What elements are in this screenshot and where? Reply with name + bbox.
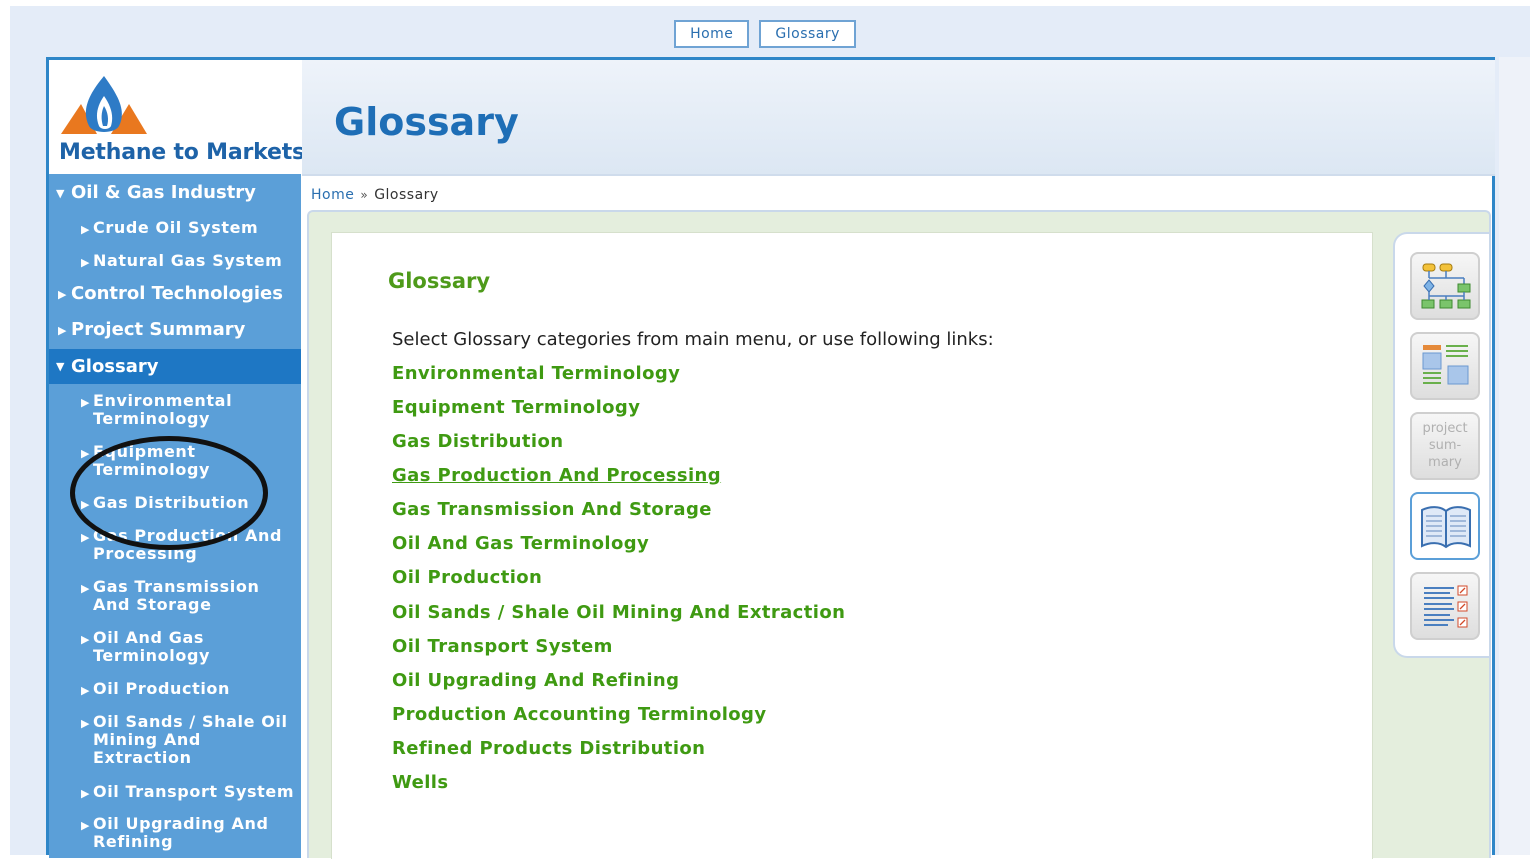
content-card: Glossary Select Glossary categories from…	[331, 232, 1373, 859]
breadcrumb-current: Glossary	[374, 187, 439, 203]
sidebar-item-environmental-terminology[interactable]: ▶ Environmental Terminology	[49, 392, 301, 428]
sidebar-item-oil-gas-industry[interactable]: ▼ Oil & Gas Industry	[49, 180, 301, 210]
glossary-link-refined-products[interactable]: Refined Products Distribution	[392, 738, 705, 759]
project-summary-button[interactable]: project sum- mary	[1410, 412, 1480, 480]
glossary-link-oil-transport[interactable]: Oil Transport System	[392, 636, 613, 657]
top-nav-home-button[interactable]: Home	[674, 20, 750, 48]
sidebar-item-label: Glossary	[71, 356, 159, 377]
right-tool-rail: project sum- mary	[1393, 232, 1489, 658]
list-links-icon	[1424, 585, 1468, 628]
caret-down-icon: ▼	[56, 360, 65, 373]
glossary-link-oil-gas-terminology[interactable]: Oil And Gas Terminology	[392, 533, 649, 554]
glossary-link-production-accounting[interactable]: Production Accounting Terminology	[392, 704, 766, 725]
caret-right-icon: ▶	[81, 256, 91, 269]
top-nav: Home Glossary	[0, 20, 1530, 48]
glossary-link-equipment[interactable]: Equipment Terminology	[392, 397, 640, 418]
sidebar-item-label: Gas Transmission And Storage	[93, 577, 260, 614]
sidebar-item-glossary[interactable]: ▼ Glossary	[49, 349, 301, 384]
sidebar-item-crude-oil-system[interactable]: ▶ Crude Oil System	[49, 219, 301, 237]
sidebar-item-label: Oil & Gas Industry	[71, 182, 256, 203]
sidebar-item-label: Oil Sands / Shale Oil Mining And Extract…	[93, 712, 288, 767]
caret-right-icon: ▶	[58, 324, 67, 337]
content-heading: Glossary	[388, 269, 491, 293]
sidebar-item-label: Project Summary	[71, 319, 246, 340]
sidebar-item-label: Oil Production	[93, 679, 230, 698]
sidebar-item-label: Oil Upgrading And Refining	[93, 814, 269, 851]
sidebar-item-label: Environmental Terminology	[93, 391, 233, 428]
sidebar-item-label: Oil And Gas Terminology	[93, 628, 211, 665]
glossary-link-oil-production[interactable]: Oil Production	[392, 567, 542, 588]
glossary-link-oil-upgrading[interactable]: Oil Upgrading And Refining	[392, 670, 679, 691]
glossary-link-wells[interactable]: Wells	[392, 772, 448, 793]
sidebar-item-label: Oil Transport System	[93, 782, 295, 801]
sidebar-item-oil-production[interactable]: ▶ Oil Production	[49, 680, 301, 698]
caret-right-icon: ▶	[81, 531, 91, 544]
sidebar-item-control-technologies[interactable]: ▶ Control Technologies	[49, 280, 301, 310]
project-summary-label: project sum- mary	[1422, 421, 1468, 470]
breadcrumb-home-link[interactable]: Home	[311, 187, 354, 203]
glossary-book-button[interactable]	[1410, 492, 1480, 560]
caret-right-icon: ▶	[58, 288, 67, 301]
list-links-button[interactable]	[1410, 572, 1480, 640]
breadcrumb: Home » Glossary	[311, 187, 439, 203]
caret-right-icon: ▶	[81, 684, 91, 697]
page-title: Glossary	[334, 100, 519, 144]
right-margin	[1499, 57, 1530, 855]
page-header: Glossary	[302, 60, 1495, 176]
sidebar-item-oil-upgrading-refining[interactable]: ▶ Oil Upgrading And Refining	[49, 815, 301, 851]
caret-right-icon: ▶	[81, 633, 91, 646]
main-frame: Methane to Markets Glossary ▼ Oil & Gas …	[46, 57, 1495, 859]
sidebar-item-label: Crude Oil System	[93, 218, 259, 237]
layout-button[interactable]	[1410, 332, 1480, 400]
caret-down-icon: ▼	[56, 187, 65, 200]
sidebar-item-natural-gas-system[interactable]: ▶ Natural Gas System	[49, 252, 301, 270]
caret-right-icon: ▶	[81, 717, 91, 730]
caret-right-icon: ▶	[81, 223, 91, 236]
caret-right-icon: ▶	[81, 582, 91, 595]
sidebar-item-oil-sands[interactable]: ▶ Oil Sands / Shale Oil Mining And Extra…	[49, 713, 301, 767]
glossary-link-gas-production[interactable]: Gas Production And Processing	[392, 465, 721, 486]
sidebar-item-label: Natural Gas System	[93, 251, 283, 270]
annotation-circle	[70, 436, 268, 550]
site-logo[interactable]: Methane to Markets	[49, 60, 305, 174]
flowchart-button[interactable]	[1410, 252, 1480, 320]
flowchart-icon	[1421, 263, 1471, 309]
content-intro: Select Glossary categories from main men…	[392, 329, 994, 350]
glossary-link-oil-sands[interactable]: Oil Sands / Shale Oil Mining And Extract…	[392, 602, 845, 623]
glossary-link-environmental[interactable]: Environmental Terminology	[392, 363, 680, 384]
sidebar-item-oil-transport-system[interactable]: ▶ Oil Transport System	[49, 783, 301, 801]
breadcrumb-separator: »	[360, 188, 369, 202]
logo-text: Methane to Markets	[59, 140, 305, 165]
book-icon	[1421, 506, 1471, 549]
caret-right-icon: ▶	[81, 819, 91, 832]
caret-right-icon: ▶	[81, 787, 91, 800]
glossary-link-gas-transmission[interactable]: Gas Transmission And Storage	[392, 499, 712, 520]
sidebar-item-oil-gas-terminology[interactable]: ▶ Oil And Gas Terminology	[49, 629, 301, 665]
caret-right-icon: ▶	[81, 396, 91, 409]
layout-icon	[1422, 345, 1469, 385]
sidebar-item-label: Control Technologies	[71, 283, 283, 304]
flame-logo-icon	[61, 76, 147, 134]
sidebar-item-gas-transmission-storage[interactable]: ▶ Gas Transmission And Storage	[49, 578, 301, 614]
glossary-link-gas-distribution[interactable]: Gas Distribution	[392, 431, 563, 452]
sidebar-item-project-summary[interactable]: ▶ Project Summary	[49, 316, 301, 346]
top-nav-glossary-button[interactable]: Glossary	[759, 20, 856, 48]
